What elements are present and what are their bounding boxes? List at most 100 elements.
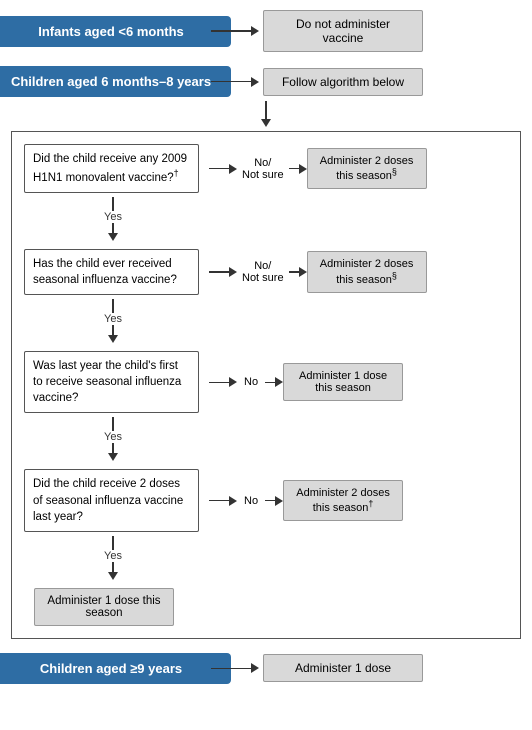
infants-row: Infants aged <6 months Do not administer…	[11, 10, 521, 52]
q2-row: Has the child ever received seasonal inf…	[24, 249, 508, 295]
arrow-down-1	[261, 101, 271, 127]
q2-arrowhead	[229, 267, 237, 277]
q2-box: Has the child ever received seasonal inf…	[24, 249, 199, 295]
q4-no-text: No	[244, 495, 258, 507]
q2-connector2	[289, 267, 307, 277]
q3-arrowhead	[229, 377, 237, 387]
q4-arrowhead2	[275, 496, 283, 506]
q3-vline2	[112, 443, 114, 453]
q3-yes-arrow: Yes	[104, 417, 122, 461]
q2-yes-label: Yes	[104, 313, 122, 325]
q4-vhead	[108, 572, 118, 580]
infants-arrow	[211, 26, 259, 36]
children-6-8-header: Children aged 6 months–8 years	[0, 66, 231, 97]
q1-no-label: No/Not sure	[239, 157, 287, 181]
arrow-into-box	[11, 101, 521, 127]
q2-connector	[209, 267, 237, 277]
q1-arrowhead2	[299, 164, 307, 174]
q1-box-wrapper: Did the child receive any 2009 H1N1 mono…	[24, 144, 209, 193]
q3-line	[209, 382, 229, 384]
arrow-line2	[211, 81, 251, 83]
do-not-administer-box: Do not administer vaccine	[263, 10, 423, 52]
q3-arrowhead2	[275, 377, 283, 387]
q4-box: Did the child receive 2 doses of seasona…	[24, 469, 199, 531]
q1-arrowhead	[229, 164, 237, 174]
children-9-row: Children aged ≥9 years Administer 1 dose	[11, 653, 521, 684]
q3-yes-label: Yes	[104, 431, 122, 443]
q2-result-box: Administer 2 doses this season§	[307, 251, 427, 293]
q3-box-wrapper: Was last year the child's first to recei…	[24, 351, 209, 413]
q2-vline2	[112, 325, 114, 335]
q4-box-wrapper: Did the child receive 2 doses of seasona…	[24, 469, 209, 531]
arrow-head3	[251, 663, 259, 673]
arrow-line	[211, 30, 251, 32]
q4-row: Did the child receive 2 doses of seasona…	[24, 469, 508, 531]
q1-no-text: No/Not sure	[242, 157, 284, 181]
q1-box: Did the child receive any 2009 H1N1 mono…	[24, 144, 199, 193]
q3-connector	[209, 377, 237, 387]
q2-result-text: Administer 2 doses this season§	[320, 258, 414, 286]
q4-result-text: Administer 2 doses this season†	[296, 487, 390, 515]
final-result-row: Administer 1 dose this season	[34, 588, 174, 626]
q3-connector2	[265, 377, 283, 387]
administer-1-dose-box: Administer 1 dose	[263, 654, 423, 682]
q4-no-label: No	[241, 495, 261, 507]
q3-line2	[265, 382, 275, 384]
q3-box: Was last year the child's first to recei…	[24, 351, 199, 413]
q4-vline	[112, 536, 114, 550]
q4-yes-label: Yes	[104, 550, 122, 562]
infants-col: Infants aged <6 months	[11, 16, 211, 47]
flow-section: Did the child receive any 2009 H1N1 mono…	[11, 131, 521, 639]
q2-arrowhead2	[299, 267, 307, 277]
q4-arrowhead	[229, 496, 237, 506]
q1-connector2	[289, 164, 307, 174]
q1-yes-label: Yes	[104, 211, 122, 223]
q2-line	[209, 271, 229, 273]
children-9-arrow	[211, 663, 259, 673]
q4-line2	[265, 500, 275, 502]
q2-vhead	[108, 335, 118, 343]
q3-row: Was last year the child's first to recei…	[24, 351, 508, 413]
q2-vline	[112, 299, 114, 313]
q2-no-label: No/Not sure	[239, 260, 287, 284]
q3-result-box: Administer 1 dose this season	[283, 363, 403, 401]
arrow-head2	[251, 77, 259, 87]
q3-no-text: No	[244, 376, 258, 388]
q3-no-label: No	[241, 376, 261, 388]
q4-connector2	[265, 496, 283, 506]
q2-yes-arrow: Yes	[104, 299, 122, 343]
vline	[265, 101, 267, 119]
arrow-head	[251, 26, 259, 36]
follow-algorithm-box: Follow algorithm below	[263, 68, 423, 96]
vhead	[261, 119, 271, 127]
flowchart-container: Infants aged <6 months Do not administer…	[11, 10, 521, 684]
q2-text: Has the child ever received seasonal inf…	[33, 258, 177, 286]
arrow-line3	[211, 668, 251, 670]
children-6-8-row: Children aged 6 months–8 years Follow al…	[11, 66, 521, 97]
q1-line2	[289, 168, 299, 170]
q1-line	[209, 168, 229, 170]
q2-box-wrapper: Has the child ever received seasonal inf…	[24, 249, 209, 295]
q3-vline	[112, 417, 114, 431]
q2-line2	[289, 271, 299, 273]
q4-line	[209, 500, 229, 502]
q3-vhead	[108, 453, 118, 461]
q3-text: Was last year the child's first to recei…	[33, 360, 181, 404]
q1-result-text: Administer 2 doses this season§	[320, 155, 414, 183]
q1-connector	[209, 164, 237, 174]
final-result-box: Administer 1 dose this season	[34, 588, 174, 626]
children-9-header: Children aged ≥9 years	[0, 653, 231, 684]
q1-vline	[112, 197, 114, 211]
q2-no-text: No/Not sure	[242, 260, 284, 284]
q4-text: Did the child receive 2 doses of seasona…	[33, 478, 183, 522]
children-6-8-arrow	[211, 77, 259, 87]
q1-result-box: Administer 2 doses this season§	[307, 148, 427, 190]
children-6-8-col: Children aged 6 months–8 years	[11, 66, 211, 97]
q4-connector	[209, 496, 237, 506]
q4-yes-arrow: Yes	[104, 536, 122, 580]
q1-vline2	[112, 223, 114, 233]
bottom-spacer	[11, 639, 521, 653]
q1-yes-arrow: Yes	[104, 197, 122, 241]
infants-header: Infants aged <6 months	[0, 16, 231, 47]
q1-text: Did the child receive any 2009 H1N1 mono…	[33, 153, 187, 184]
